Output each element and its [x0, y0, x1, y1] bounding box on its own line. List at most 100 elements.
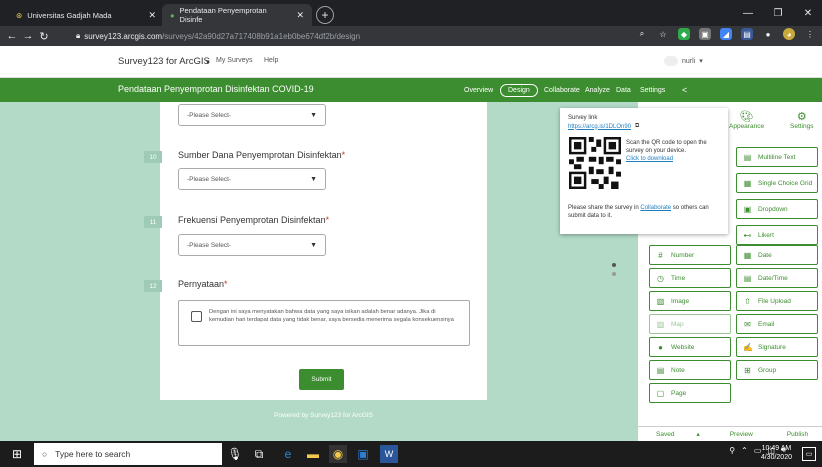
- minimize-icon[interactable]: —: [734, 0, 762, 26]
- file-explorer-icon[interactable]: ▬: [304, 445, 322, 463]
- extension-circle-icon[interactable]: ●: [762, 28, 774, 40]
- edge-browser-icon[interactable]: e: [279, 445, 297, 463]
- popup-title: Survey link: [568, 115, 598, 121]
- extension-green-icon[interactable]: ◆: [678, 28, 690, 40]
- question-type-label: Image: [671, 297, 690, 305]
- profile-avatar-icon[interactable]: ◕: [783, 28, 795, 40]
- browser-tab-survey[interactable]: ● Pendataan Penyemprotan Disinfe ✕: [162, 4, 312, 26]
- media-player-icon[interactable]: ▣: [354, 445, 372, 463]
- close-tab-icon[interactable]: ✕: [296, 10, 304, 21]
- taskbar-clock[interactable]: 10:49 AM 4/30/2020: [761, 444, 792, 462]
- agreement-option[interactable]: Dengan ini saya menyatakan bahwa data ya…: [178, 300, 470, 346]
- share-icon[interactable]: <: [682, 78, 687, 102]
- help-link[interactable]: Help: [264, 57, 278, 64]
- windows-start-icon[interactable]: ⊞: [8, 445, 26, 463]
- close-window-icon[interactable]: ✕: [794, 0, 822, 26]
- nav-collaborate[interactable]: Collaborate: [544, 78, 580, 102]
- question-type-button[interactable]: ▤ Date/Time: [736, 268, 818, 288]
- caret-up-icon[interactable]: ▴: [696, 430, 699, 438]
- agreement-checkbox[interactable]: [191, 311, 202, 322]
- microphone-icon[interactable]: 🎙︎: [226, 445, 244, 463]
- url-path: /surveys/42a90d27a717408b91a1eb0be674df2…: [162, 31, 361, 41]
- question-type-button[interactable]: ● Website: [649, 337, 731, 357]
- clock-date: 4/30/2020: [760, 454, 792, 462]
- question-type-button[interactable]: ⊷ Likert: [736, 225, 818, 245]
- question-type-button[interactable]: ▨ Map: [649, 314, 731, 334]
- select-q10[interactable]: -Please Select- ▼: [178, 168, 326, 190]
- tab-appearance[interactable]: 🎨︎ Appearance: [729, 110, 764, 130]
- question-type-button[interactable]: ▤ Note: [649, 360, 731, 380]
- question-type-button[interactable]: ▦ Single Choice Grid: [736, 173, 818, 193]
- reload-icon[interactable]: ↻: [36, 30, 52, 43]
- new-tab-button[interactable]: +: [316, 6, 334, 24]
- copy-icon[interactable]: ⧉: [635, 123, 639, 130]
- close-tab-icon[interactable]: ✕: [148, 10, 156, 21]
- tab-settings[interactable]: ⚙ Settings: [790, 110, 814, 130]
- extension-blue-icon[interactable]: ▤: [741, 28, 753, 40]
- multiline-icon: ▤: [743, 152, 752, 162]
- question-type-button[interactable]: ✉ Email: [736, 314, 818, 334]
- browser-tab-strip: ⊛ Universitas Gadjah Mada ✕ ● Pendataan …: [0, 0, 822, 26]
- search-placeholder: Type here to search: [55, 449, 131, 459]
- bookmark-star-icon[interactable]: ☆: [657, 28, 669, 40]
- select-q9[interactable]: -Please Select- ▼: [178, 104, 326, 126]
- select-q11[interactable]: -Please Select- ▼: [178, 234, 326, 256]
- chevron-down-icon[interactable]: ▾: [206, 58, 210, 66]
- question-11-label[interactable]: Frekuensi Penyemprotan Disinfektan*: [178, 215, 329, 225]
- address-bar[interactable]: 🔒︎ survey123.arcgis.com/surveys/42a90d27…: [76, 28, 636, 44]
- chevron-up-icon[interactable]: ⌃: [741, 446, 748, 455]
- question-type-button[interactable]: ✍ Signature: [736, 337, 818, 357]
- nav-label: Analyze: [585, 86, 610, 94]
- publish-button[interactable]: Publish: [787, 431, 808, 438]
- menu-kebab-icon[interactable]: ⋮: [804, 28, 816, 40]
- taskbar-search-input[interactable]: ○ Type here to search: [34, 443, 222, 465]
- user-menu[interactable]: nurli ▾: [664, 56, 703, 66]
- task-view-icon[interactable]: ⧉: [250, 445, 268, 463]
- app-brand[interactable]: Survey123 for ArcGIS: [118, 56, 210, 67]
- survey-nav-bar: Pendataan Penyemprotan Disinfektan COVID…: [0, 78, 822, 102]
- question-type-button[interactable]: ⊞ Group: [736, 360, 818, 380]
- caret-down-icon: ▼: [310, 175, 317, 183]
- nav-label: Settings: [640, 86, 666, 94]
- question-type-label: Signature: [758, 343, 786, 351]
- maximize-icon[interactable]: ❐: [764, 0, 792, 26]
- submit-button[interactable]: Submit: [299, 369, 344, 390]
- question-type-button[interactable]: ▦ Date: [736, 245, 818, 265]
- question-type-label: File Upload: [758, 297, 791, 305]
- question-type-button[interactable]: ⇧ File Upload: [736, 291, 818, 311]
- back-icon[interactable]: ←: [4, 30, 20, 42]
- forward-icon[interactable]: →: [20, 30, 36, 42]
- question-type-button[interactable]: ◷ Time: [649, 268, 731, 288]
- person-icon[interactable]: ⚲: [729, 446, 735, 455]
- question-10-label[interactable]: Sumber Dana Penyemprotan Disinfektan*: [178, 150, 345, 160]
- likert-icon: ⊷: [743, 230, 752, 240]
- question-type-button[interactable]: ▧ Image: [649, 291, 731, 311]
- nav-data[interactable]: Data: [616, 78, 631, 102]
- nav-analyze[interactable]: Analyze: [585, 78, 610, 102]
- question-type-button[interactable]: ▣ Dropdown: [736, 199, 818, 219]
- nav-label: Design: [500, 83, 538, 97]
- nav-design[interactable]: Design: [500, 78, 538, 102]
- collaborate-link[interactable]: Collaborate: [640, 205, 671, 211]
- browser-tab-ugm[interactable]: ⊛ Universitas Gadjah Mada ✕: [8, 4, 164, 26]
- page-icon: ▢: [656, 388, 665, 398]
- nav-settings[interactable]: Settings: [640, 78, 665, 102]
- question-type-button[interactable]: ▢ Page: [649, 383, 731, 403]
- preview-button[interactable]: Preview: [730, 431, 753, 438]
- question-type-button[interactable]: ▤ Multiline Text: [736, 147, 818, 167]
- my-surveys-link[interactable]: My Surveys: [216, 57, 253, 64]
- download-link[interactable]: Click to download: [626, 156, 673, 162]
- chrome-icon[interactable]: ◉: [329, 445, 347, 463]
- extension-multicolor-icon[interactable]: ◢: [720, 28, 732, 40]
- drag-handle-icon[interactable]: [612, 263, 616, 281]
- notification-icon[interactable]: ▭: [802, 447, 816, 461]
- question-12-label[interactable]: Pernyataan*: [178, 279, 228, 289]
- ugm-favicon-icon: ⊛: [16, 10, 23, 20]
- survey-link[interactable]: https://arcg.is/1DLOn90: [568, 124, 631, 130]
- zoom-icon[interactable]: ⌕: [636, 28, 648, 40]
- nav-overview[interactable]: Overview: [464, 78, 493, 102]
- word-icon[interactable]: W: [380, 445, 398, 463]
- question-type-button[interactable]: # Number: [649, 245, 731, 265]
- design-canvas: -Please Select- ▼ Sumber Dana Penyemprot…: [0, 102, 637, 441]
- extension-gray-icon[interactable]: ▣: [699, 28, 711, 40]
